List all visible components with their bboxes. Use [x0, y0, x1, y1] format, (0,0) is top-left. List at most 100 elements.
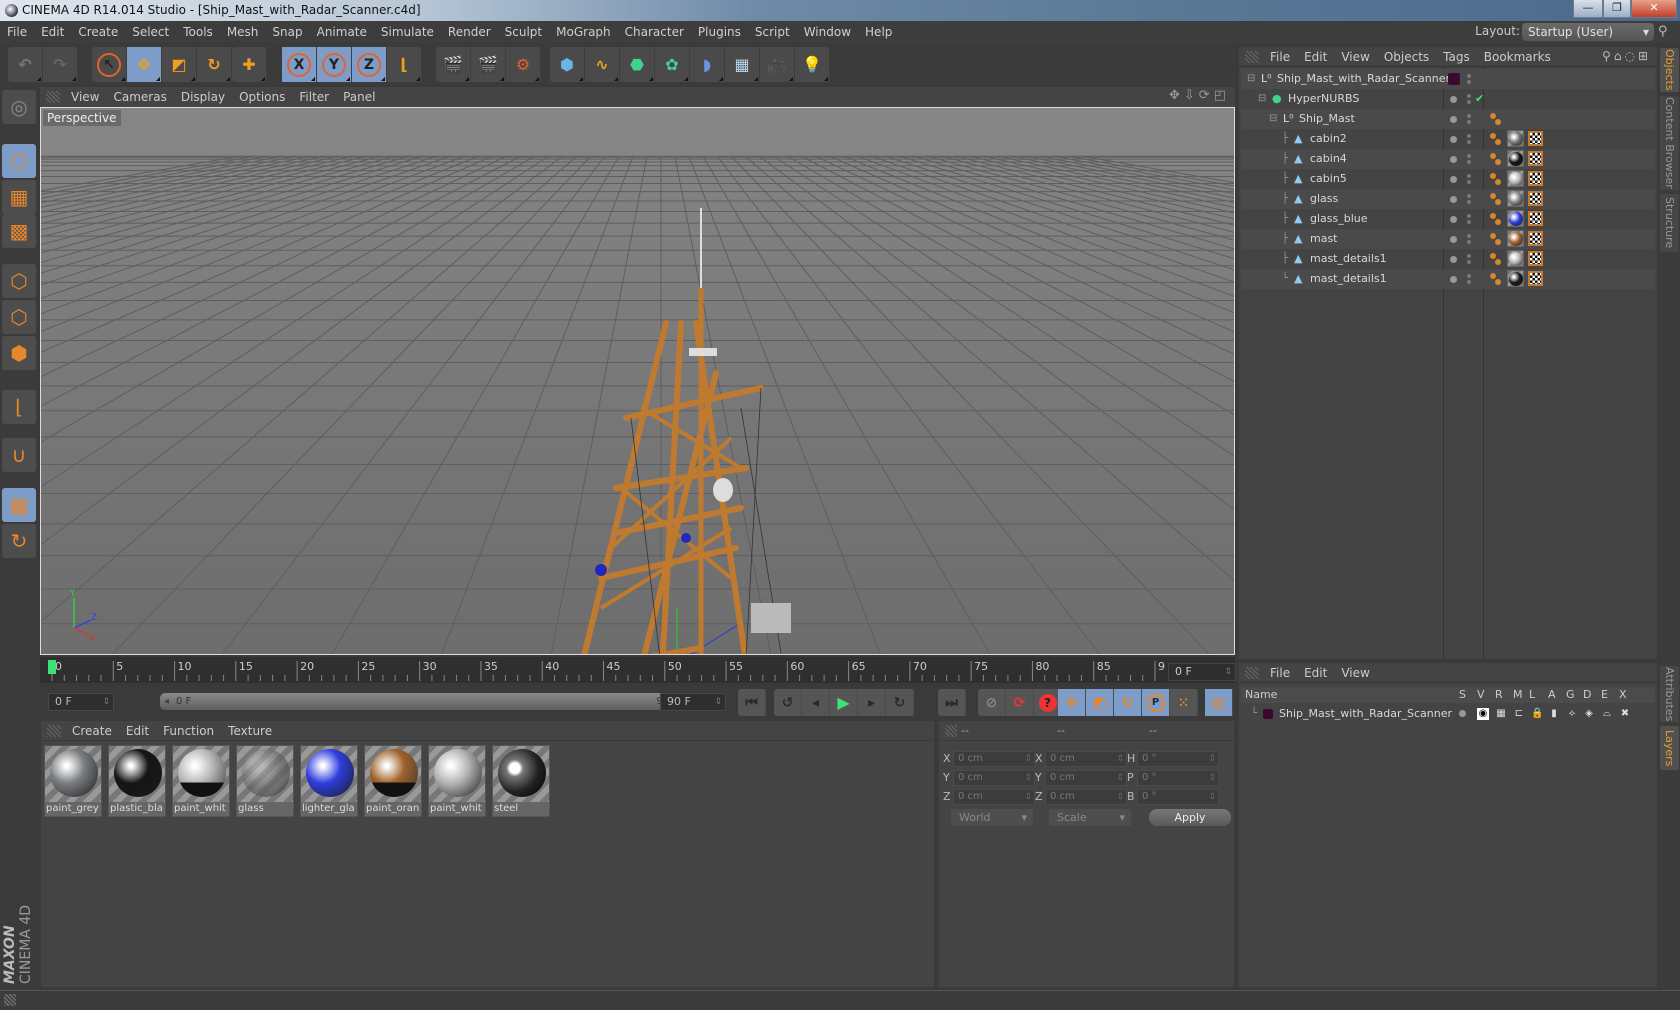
grip-handle[interactable]: [945, 725, 957, 737]
minimize-button[interactable]: —: [1573, 0, 1603, 18]
animation-film-icon[interactable]: ▮: [1548, 708, 1560, 720]
menu-cameras[interactable]: Cameras: [106, 87, 173, 107]
tab-content-browser[interactable]: Content Browser: [1660, 96, 1679, 190]
material-paint-grey[interactable]: paint_grey: [44, 745, 102, 817]
menu-select[interactable]: Select: [125, 21, 176, 43]
start-frame-field[interactable]: 0 F ⇕: [48, 693, 114, 711]
object-row-glass-blue[interactable]: ├ ▲ glass_blue: [1241, 209, 1655, 229]
column-header-l[interactable]: L: [1529, 687, 1535, 703]
visibility-toggle[interactable]: [1467, 132, 1471, 146]
frame-range-slider[interactable]: ◂ 0 F 90 F ▸: [160, 693, 694, 710]
size-x-field[interactable]: 0 cm: [1045, 751, 1127, 767]
snap-magnet-button[interactable]: ∪: [2, 438, 36, 472]
object-row-cabin2[interactable]: ├ ▲ cabin2: [1241, 129, 1655, 149]
render-clapper-icon[interactable]: ▦: [1495, 708, 1507, 720]
menu-objects[interactable]: Objects: [1377, 47, 1436, 67]
last-tool-button[interactable]: ✚: [232, 47, 267, 82]
material-tag-icon[interactable]: [1507, 130, 1524, 147]
render-view-button[interactable]: 🎬: [436, 47, 471, 82]
floor-button[interactable]: ▦: [725, 47, 760, 82]
material-tag-icon[interactable]: [1507, 190, 1524, 207]
menu-file[interactable]: File: [1263, 663, 1297, 683]
playhead[interactable]: [48, 660, 56, 674]
xref-icon[interactable]: ✖: [1619, 708, 1631, 720]
solo-toggle[interactable]: [1459, 710, 1466, 717]
material-tag-icon[interactable]: [1507, 270, 1524, 287]
layer-row[interactable]: └ Ship_Mast_with_Radar_Scanner ◉ ▦ ⊏ 🔒 ▮…: [1241, 705, 1655, 723]
menu-window[interactable]: Window: [797, 21, 858, 43]
menu-display[interactable]: Display: [174, 87, 232, 107]
visible-eye-icon[interactable]: ◉: [1477, 708, 1489, 720]
menu-render[interactable]: Render: [441, 21, 498, 43]
menu-file[interactable]: File: [1263, 47, 1297, 67]
apply-button[interactable]: Apply: [1149, 809, 1231, 826]
toggle-view-icon[interactable]: ◰: [1214, 88, 1230, 103]
visibility-toggle[interactable]: [1467, 212, 1471, 226]
pan-icon[interactable]: ✥: [1169, 88, 1184, 103]
visibility-toggle[interactable]: [1467, 232, 1471, 246]
material-tag-icon[interactable]: [1507, 250, 1524, 267]
next-frame-button[interactable]: ▸: [858, 689, 886, 716]
coordinate-system-button[interactable]: ⌊: [387, 47, 422, 82]
phong-tag-icon[interactable]: [1490, 131, 1504, 147]
object-row-hypernurbs[interactable]: ⊟ ● HyperNURBS ✔: [1241, 89, 1655, 109]
uvw-tag-icon[interactable]: [1528, 271, 1543, 286]
rotation-b-field[interactable]: 0 °: [1137, 789, 1219, 805]
phong-tag-icon[interactable]: [1490, 251, 1504, 267]
z-axis-button[interactable]: Z: [352, 47, 387, 82]
menu-simulate[interactable]: Simulate: [374, 21, 441, 43]
phong-tag-icon[interactable]: [1490, 151, 1504, 167]
material-lighter-gla[interactable]: lighter_gla: [300, 745, 358, 817]
visibility-toggle[interactable]: [1467, 192, 1471, 206]
collapse-toggle-icon[interactable]: ⊟: [1258, 89, 1266, 109]
menu-tools[interactable]: Tools: [176, 21, 220, 43]
light-button[interactable]: 💡: [795, 47, 830, 82]
visibility-toggle[interactable]: [1467, 92, 1471, 106]
uvw-tag-icon[interactable]: [1528, 211, 1543, 226]
menu-texture[interactable]: Texture: [221, 721, 279, 741]
menu-function[interactable]: Function: [156, 721, 221, 741]
grip-handle[interactable]: [47, 725, 61, 737]
material-paint-oran[interactable]: paint_oran: [364, 745, 422, 817]
record-position-button[interactable]: ✥: [1058, 689, 1086, 716]
visibility-toggle[interactable]: [1467, 272, 1471, 286]
live-selection-button[interactable]: ↖: [92, 47, 127, 82]
goto-start-button[interactable]: ⏮: [738, 689, 766, 716]
menu-plugins[interactable]: Plugins: [691, 21, 748, 43]
object-row-cabin4[interactable]: ├ ▲ cabin4: [1241, 149, 1655, 169]
render-picture-viewer-button[interactable]: 🎬: [471, 47, 506, 82]
render-settings-button[interactable]: ⚙: [506, 47, 541, 82]
phong-tag-icon[interactable]: [1490, 211, 1504, 227]
current-frame-field[interactable]: 0 F ⇕: [1168, 663, 1236, 681]
edges-mode-button[interactable]: ⬡: [2, 300, 36, 334]
menu-mograph[interactable]: MoGraph: [549, 21, 618, 43]
visibility-toggle[interactable]: [1467, 72, 1471, 86]
tab-layers[interactable]: Layers: [1660, 726, 1679, 770]
column-header-name[interactable]: Name: [1245, 687, 1277, 703]
collapse-toggle-icon[interactable]: ⊟: [1269, 109, 1277, 129]
layer-color-swatch[interactable]: [1448, 73, 1460, 85]
material-plastic-bla[interactable]: plastic_bla: [108, 745, 166, 817]
object-row-ship-mast-with-radar-scanner[interactable]: ⊟ L⁰ Ship_Mast_with_Radar_Scanner: [1241, 69, 1655, 89]
menu-create[interactable]: Create: [71, 21, 125, 43]
enabled-check-icon[interactable]: ✔: [1475, 89, 1484, 109]
orbit-icon[interactable]: ⟳: [1199, 88, 1214, 103]
grip-handle[interactable]: [46, 91, 60, 103]
menu-edit[interactable]: Edit: [34, 21, 71, 43]
eye-icon[interactable]: ◌: [1624, 49, 1637, 63]
grip-handle[interactable]: [4, 994, 16, 1006]
expression-icon[interactable]: ⌓: [1601, 708, 1613, 720]
uvw-tag-icon[interactable]: [1528, 231, 1543, 246]
size-z-field[interactable]: 0 cm: [1045, 789, 1127, 805]
record-rotation-button[interactable]: ↻: [1114, 689, 1142, 716]
move-button[interactable]: ✥: [127, 47, 162, 82]
menu-character[interactable]: Character: [618, 21, 691, 43]
play-button[interactable]: ▶: [830, 689, 858, 716]
menu-edit[interactable]: Edit: [119, 721, 156, 741]
uvw-tag-icon[interactable]: [1528, 131, 1543, 146]
material-tag-icon[interactable]: [1507, 170, 1524, 187]
material-tag-icon[interactable]: [1507, 150, 1524, 167]
menu-edit[interactable]: Edit: [1297, 663, 1334, 683]
cube-button[interactable]: ⬢: [550, 47, 585, 82]
object-row-ship-mast[interactable]: ⊟ L⁰ Ship_Mast: [1241, 109, 1655, 129]
